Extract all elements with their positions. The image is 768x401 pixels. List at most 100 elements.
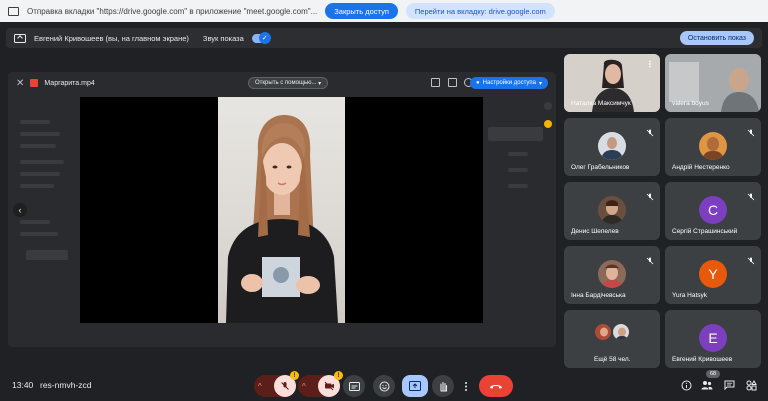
- background-item: [508, 152, 528, 156]
- participant-name: Андрій Нестеренко: [672, 164, 730, 171]
- participant-tile[interactable]: valera boyus: [665, 54, 761, 112]
- open-with-button[interactable]: Открыть с помощью... ▾: [248, 77, 329, 89]
- info-icon: [681, 380, 691, 390]
- screen-share-icon: [8, 6, 19, 16]
- background-item: [20, 132, 60, 136]
- shapes-icon: [746, 379, 757, 390]
- participant-avatar: [598, 260, 626, 288]
- muted-mic-icon: [747, 188, 755, 201]
- file-name: Маргарита.mp4: [44, 79, 95, 87]
- background-item: [20, 172, 60, 176]
- participant-tile[interactable]: Андрій Нестеренко: [665, 118, 761, 176]
- lock-icon: ●: [476, 80, 480, 86]
- participant-count-badge: 68: [706, 370, 720, 378]
- more-participants-label: Ещё 58 чел.: [594, 356, 631, 363]
- meeting-code: res-nmvh-zcd: [40, 380, 92, 390]
- hang-up-icon: [490, 384, 502, 388]
- participant-name: Евгений Кривошеев: [672, 356, 733, 363]
- participant-tile[interactable]: Олег Грабельников: [564, 118, 660, 176]
- participant-name: valera boyus: [672, 100, 709, 107]
- present-screen-icon: [14, 33, 26, 43]
- mic-warning-badge: !: [290, 371, 299, 380]
- participant-avatar: С: [699, 196, 727, 224]
- muted-mic-icon: [747, 252, 755, 265]
- participant-avatar: [598, 132, 626, 160]
- background-item: [20, 184, 54, 188]
- people-button[interactable]: [700, 378, 714, 392]
- background-item: [20, 220, 50, 224]
- presenting-bar: Евгений Кривошеев (вы, на главном экране…: [6, 28, 762, 48]
- video-file-icon: [30, 79, 39, 87]
- stop-presenting-button[interactable]: Остановить показ: [679, 31, 754, 45]
- background-item: [488, 127, 543, 141]
- more-vert-icon: [465, 381, 467, 391]
- muted-mic-icon: [646, 124, 654, 137]
- chat-icon: [724, 380, 734, 390]
- participant-name: Олег Грабельников: [571, 164, 630, 171]
- participant-name: Наталка Максимчук: [571, 100, 631, 107]
- background-item: [544, 120, 552, 128]
- stop-sharing-button[interactable]: Закрыть доступ: [325, 3, 398, 19]
- previous-arrow-icon[interactable]: ‹: [13, 203, 27, 217]
- present-button[interactable]: [402, 375, 428, 397]
- video-player[interactable]: [80, 97, 483, 323]
- speaker-image: [226, 115, 338, 323]
- microphone-button[interactable]: !: [274, 371, 299, 397]
- background-item: [508, 184, 528, 188]
- participant-avatar: [699, 132, 727, 160]
- sound-label: Звук показа: [202, 33, 244, 43]
- chat-button[interactable]: [722, 378, 736, 392]
- present-screen-icon: [409, 381, 421, 391]
- camera-warning-badge: !: [334, 371, 343, 380]
- chevron-up-icon: ^: [258, 381, 262, 391]
- video-frame: [218, 97, 345, 323]
- camera-button[interactable]: !: [318, 371, 343, 397]
- more-participants-tile[interactable]: Ещё 58 чел.: [564, 310, 660, 368]
- more-options-icon[interactable]: [646, 60, 654, 68]
- open-with-label: Открыть с помощью...: [255, 80, 317, 86]
- participant-tile[interactable]: Інна Бардічевська: [564, 246, 660, 304]
- end-call-button[interactable]: [479, 375, 513, 397]
- download-icon[interactable]: [448, 78, 457, 87]
- close-icon[interactable]: ✕: [16, 78, 24, 89]
- presenter-label: Евгений Кривошеев (вы, на главном экране…: [34, 33, 189, 43]
- meeting-info-button[interactable]: [679, 378, 693, 392]
- access-label: Настройки доступа: [482, 80, 536, 86]
- muted-mic-icon: [646, 188, 654, 201]
- meeting-controls-bar: 13:40 res-nmvh-zcd ^ ! ^ ! 68: [0, 366, 768, 401]
- participant-tile[interactable]: С Сергій Страшинський: [665, 182, 761, 240]
- drive-viewer-toolbar: ✕ Маргарита.mp4 Открыть с помощью... ▾ ●…: [8, 72, 556, 94]
- participant-avatar: [594, 323, 612, 341]
- background-item: [20, 120, 50, 124]
- participant-avatar: [612, 323, 630, 341]
- captions-icon: [348, 381, 360, 391]
- more-options-button[interactable]: [457, 375, 475, 397]
- background-item: [26, 250, 68, 260]
- participant-tile[interactable]: Наталка Максимчук: [564, 54, 660, 112]
- activities-button[interactable]: [744, 378, 758, 392]
- background-item: [508, 168, 528, 172]
- participant-tile[interactable]: Денис Шепелев: [564, 182, 660, 240]
- participant-tile-self[interactable]: E Евгений Кривошеев: [665, 310, 761, 368]
- chevron-up-icon: ^: [302, 381, 306, 391]
- comment-icon[interactable]: [431, 78, 440, 87]
- mic-off-icon: [281, 382, 289, 390]
- raise-hand-button[interactable]: [432, 375, 454, 397]
- switch-tab-button[interactable]: Перейти на вкладку: drive.google.com: [405, 3, 555, 19]
- people-icon: [701, 381, 713, 390]
- participant-avatar: Y: [699, 260, 727, 288]
- background-item: [544, 102, 552, 110]
- participant-tile[interactable]: Y Yura Hatsyk: [665, 246, 761, 304]
- muted-mic-icon: [646, 252, 654, 265]
- hand-icon: [440, 381, 448, 392]
- camera-control[interactable]: ^ !: [298, 371, 343, 397]
- reactions-button[interactable]: [373, 375, 395, 397]
- sound-toggle[interactable]: [251, 31, 271, 44]
- captions-button[interactable]: [343, 375, 365, 397]
- share-access-button[interactable]: ● Настройки доступа ▾: [470, 77, 548, 89]
- background-item: [20, 160, 64, 164]
- mic-control[interactable]: ^ !: [254, 371, 299, 397]
- chevron-down-icon: ▾: [538, 80, 542, 87]
- background-item: [20, 232, 58, 236]
- presentation-stage: ✕ Маргарита.mp4 Открыть с помощью... ▾ ●…: [8, 72, 556, 347]
